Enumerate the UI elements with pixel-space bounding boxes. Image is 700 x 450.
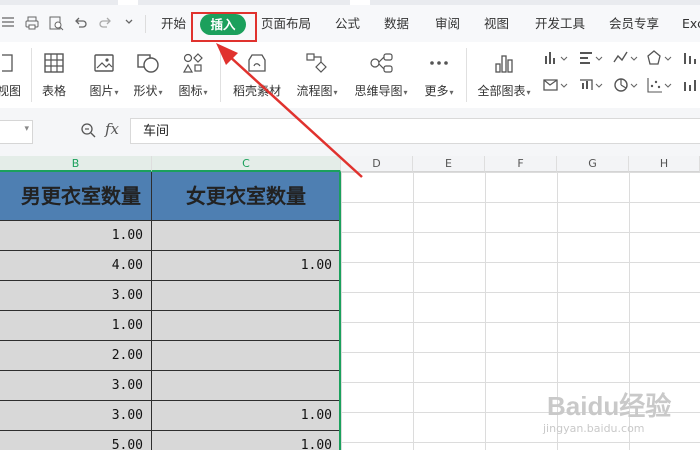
baidu-watermark: Baidu经验 jingyan.baidu.com [535, 378, 695, 438]
watermark-url: jingyan.baidu.com [543, 422, 645, 435]
watermark-text: Baidu经验 [547, 391, 672, 421]
